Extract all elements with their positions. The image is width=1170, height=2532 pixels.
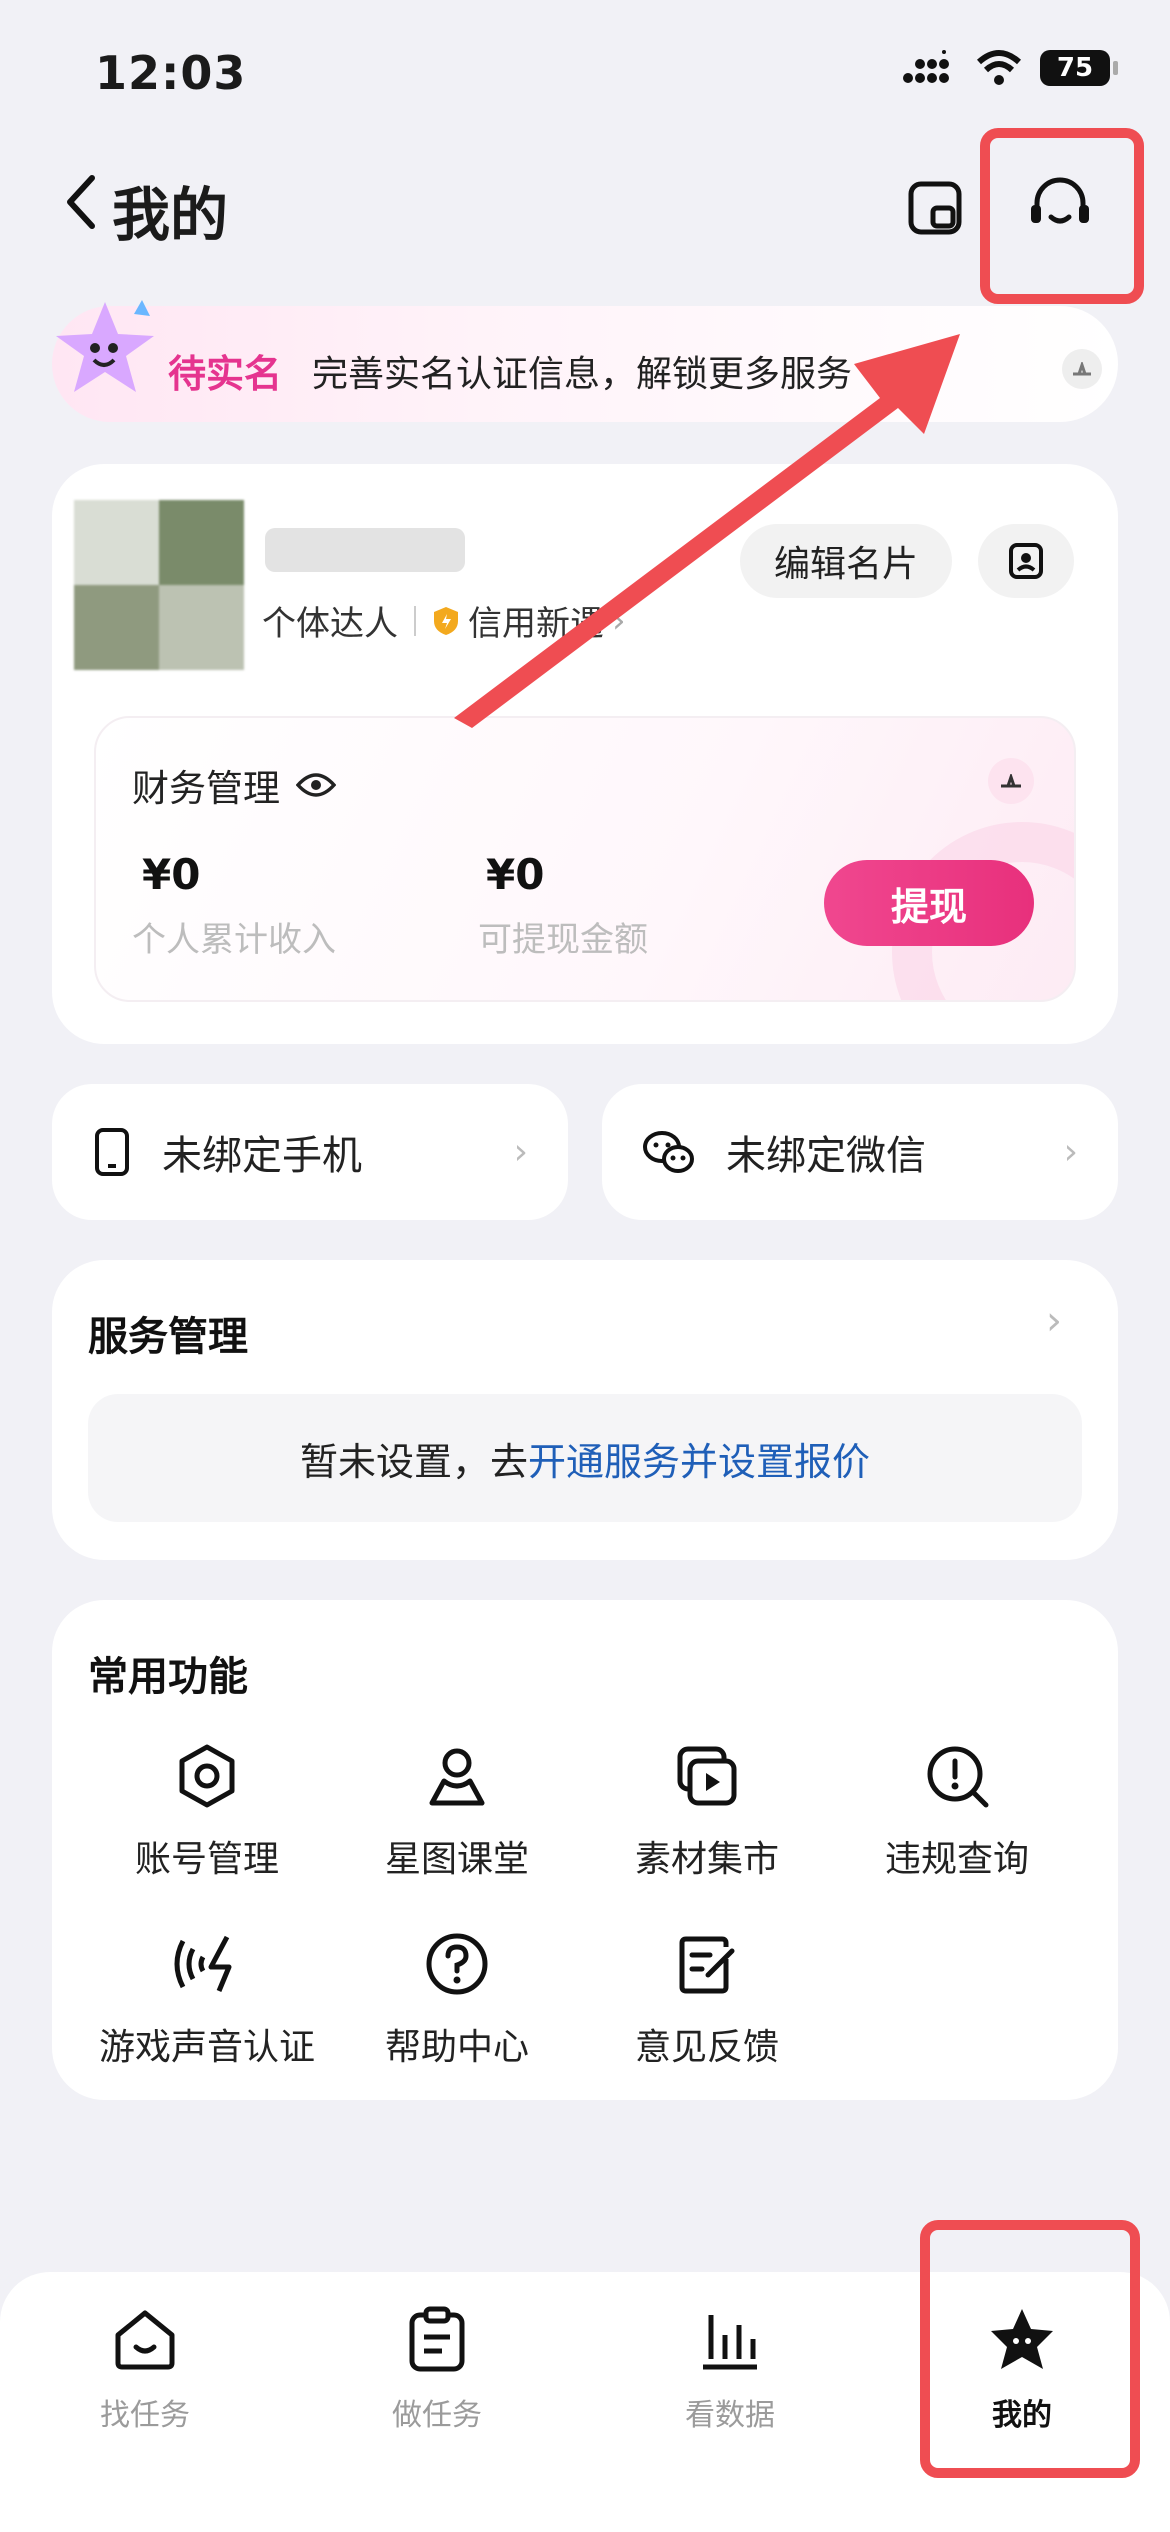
chevron-right-icon: ›	[513, 1131, 528, 1173]
status-time: 12:03	[95, 46, 247, 100]
home-smile-icon	[115, 2310, 175, 2370]
function-label: 违规查询	[884, 1839, 1029, 1880]
bind-wechat-label: 未绑定微信	[726, 1133, 926, 1179]
function-label: 游戏声音认证	[98, 2027, 315, 2068]
video-library-icon	[677, 1746, 737, 1806]
contact-card-button[interactable]	[978, 524, 1074, 598]
income-amount: ¥0	[142, 850, 201, 899]
hexagon-gear-icon	[179, 1744, 235, 1808]
tab-do-tasks[interactable]: 做任务	[337, 2300, 537, 2434]
annotation-arrow-icon	[454, 334, 960, 728]
bind-phone-tile[interactable]: 未绑定手机 ›	[52, 1084, 568, 1220]
function-label: 帮助中心	[384, 2027, 529, 2068]
collapse-icon	[1073, 362, 1091, 376]
chevron-right-icon: ›	[1063, 1131, 1078, 1173]
bar-chart-icon	[703, 2315, 757, 2370]
tab-mine[interactable]: 我的	[922, 2300, 1122, 2434]
sound-wave-icon	[174, 1935, 232, 1992]
window-icon	[908, 181, 962, 235]
function-star-class[interactable]: 星图课堂	[332, 1736, 582, 1882]
service-empty-state: 暂未设置，去 开通服务并设置报价	[88, 1394, 1082, 1522]
back-button[interactable]	[60, 172, 100, 232]
window-switch-button[interactable]	[895, 168, 975, 248]
tab-label: 看数据	[685, 2398, 775, 2433]
open-service-link[interactable]: 开通服务并设置报价	[528, 1431, 870, 1486]
avatar[interactable]	[74, 500, 244, 670]
tab-view-data[interactable]: 看数据	[630, 2300, 830, 2434]
function-help-center[interactable]: 帮助中心	[332, 1924, 582, 2070]
star-mascot-icon	[56, 300, 154, 392]
function-label: 意见反馈	[634, 2027, 779, 2068]
star-face-icon	[991, 2309, 1053, 2369]
tab-label: 做任务	[392, 2398, 482, 2433]
service-empty-text: 暂未设置，去	[299, 1439, 528, 1484]
battery-indicator: 75	[1040, 50, 1118, 86]
headset-icon	[1031, 177, 1089, 224]
bind-phone-label: 未绑定手机	[162, 1133, 362, 1179]
income-label: 个人累计收入	[132, 920, 336, 960]
service-title: 服务管理	[88, 1314, 248, 1360]
function-account-management[interactable]: 账号管理	[82, 1736, 332, 1882]
function-material-market[interactable]: 素材集市	[582, 1736, 832, 1882]
divider	[414, 605, 416, 636]
signal-icon	[903, 50, 949, 83]
banner-collapse-button[interactable]	[1062, 349, 1102, 389]
function-violation-query[interactable]: 违规查询	[832, 1736, 1082, 1882]
clipboard-icon	[409, 2306, 465, 2372]
tab-label: 我的	[992, 2398, 1052, 2433]
wifi-icon	[976, 50, 1022, 85]
person-icon	[429, 1748, 485, 1806]
function-label: 账号管理	[134, 1839, 279, 1880]
bind-wechat-tile[interactable]: 未绑定微信 ›	[602, 1084, 1118, 1220]
withdraw-button[interactable]: 提现	[824, 860, 1034, 946]
verification-status-tag: 待实名	[168, 352, 283, 396]
finance-title-row: 财务管理	[132, 758, 336, 812]
finance-collapse-button[interactable]	[988, 758, 1034, 804]
alert-search-icon	[927, 1746, 989, 1808]
identity-label: 个体达人	[262, 604, 398, 644]
user-name-redacted	[265, 528, 465, 572]
function-game-voice-certification[interactable]: 游戏声音认证	[82, 1924, 332, 2070]
status-icons: 75	[902, 50, 1118, 86]
wechat-icon	[643, 1131, 694, 1173]
tab-find-tasks[interactable]: 找任务	[45, 2300, 245, 2434]
withdrawable-amount: ¥0	[486, 850, 545, 899]
customer-service-button[interactable]	[1020, 168, 1100, 248]
functions-title: 常用功能	[88, 1654, 248, 1700]
collapse-icon	[1001, 774, 1021, 788]
finance-title: 财务管理	[132, 767, 280, 810]
chevron-right-icon: ›	[1046, 1298, 1062, 1344]
function-label: 星图课堂	[384, 1839, 529, 1880]
function-feedback[interactable]: 意见反馈	[582, 1924, 832, 2070]
eye-icon[interactable]	[296, 771, 336, 799]
chevron-left-icon	[67, 175, 95, 229]
contact-card-icon	[1009, 543, 1043, 579]
phone-icon	[95, 1128, 129, 1176]
tab-label: 找任务	[100, 2398, 190, 2433]
withdrawable-label: 可提现金额	[478, 920, 648, 960]
question-icon	[426, 1933, 488, 1995]
function-label: 素材集市	[634, 1839, 779, 1880]
page-title: 我的	[112, 181, 229, 249]
feedback-edit-icon	[679, 1936, 735, 1994]
